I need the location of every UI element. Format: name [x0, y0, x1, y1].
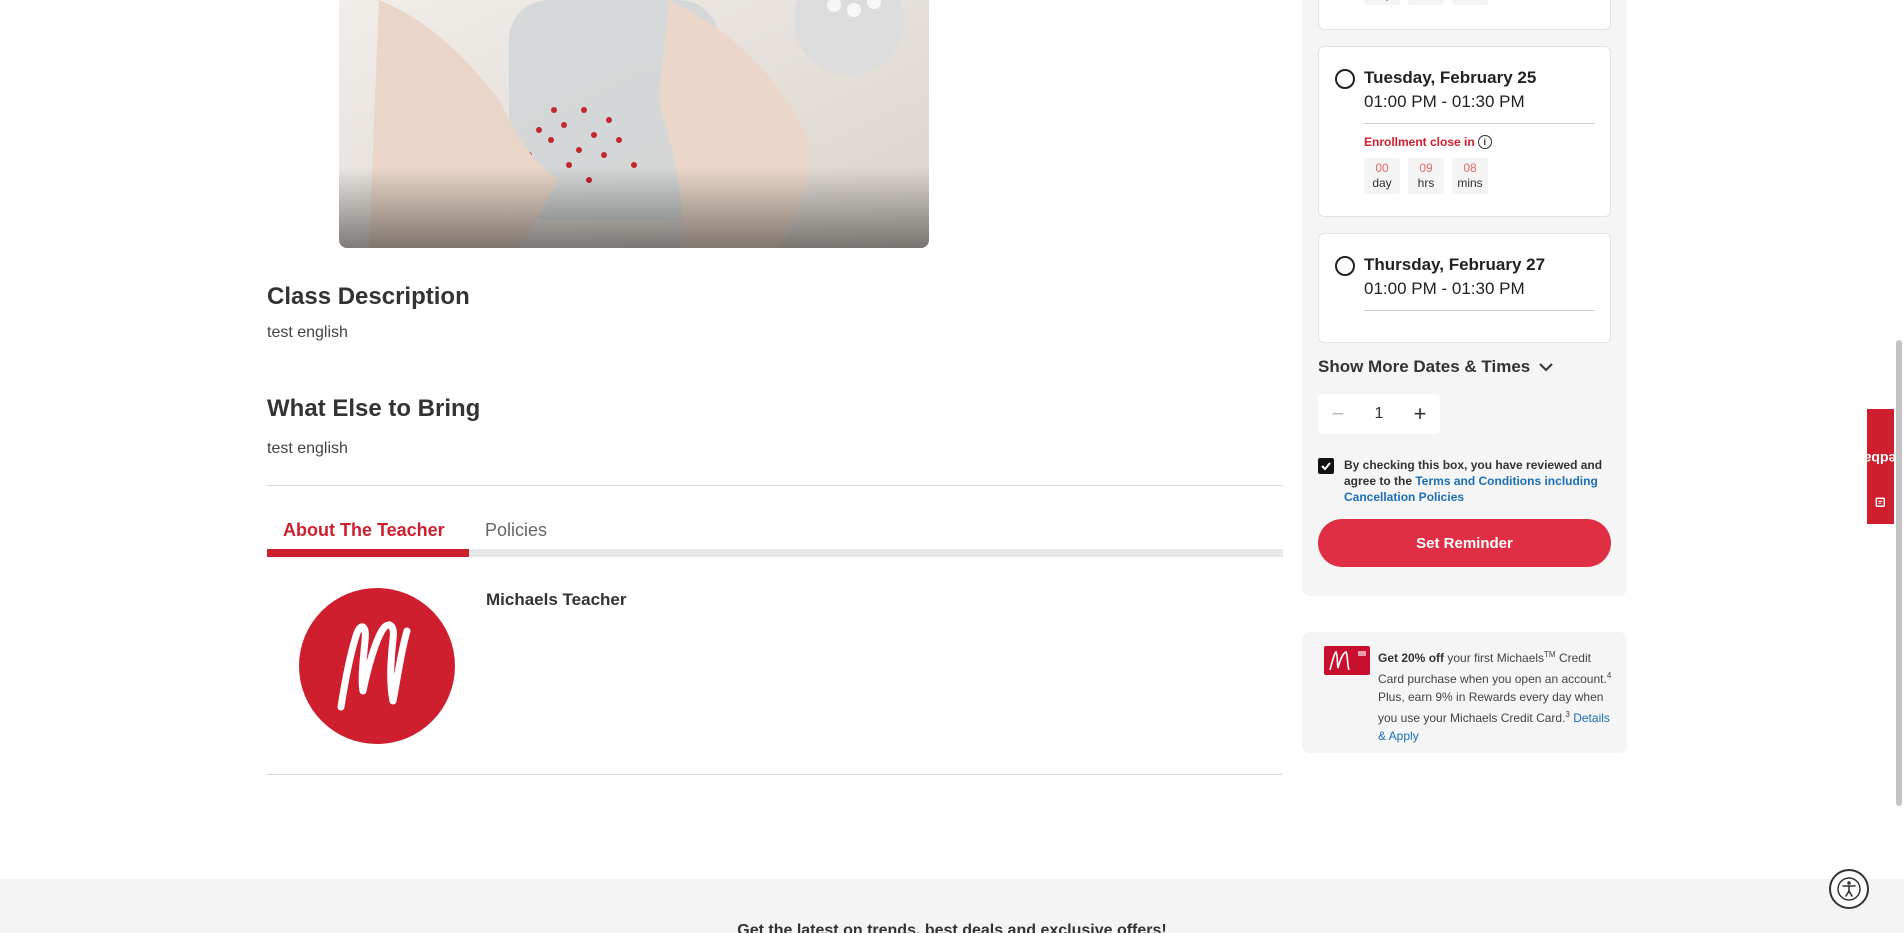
info-icon[interactable]: i — [1477, 135, 1492, 149]
quantity-value[interactable]: 1 — [1358, 405, 1400, 423]
what-else-text: test english — [267, 440, 348, 457]
active-tab-underline — [267, 549, 469, 557]
credit-promo-text: Get 20% off your first MichaelsTM Credit… — [1378, 646, 1618, 745]
terms-checkbox[interactable] — [1318, 458, 1334, 474]
what-else-title: What Else to Bring — [267, 395, 481, 422]
show-more-dates-button[interactable]: Show More Dates & Times — [1318, 357, 1554, 377]
tab-about-teacher[interactable]: About The Teacher — [283, 520, 445, 541]
credit-promo-bold: Get 20% off — [1378, 651, 1445, 665]
session-card[interactable]: Thursday, February 27 01:00 PM - 01:30 P… — [1318, 233, 1611, 343]
credit-text-3: Plus, earn 9% in Rewards every day when … — [1378, 690, 1604, 725]
countdown-unit: mins — [1452, 0, 1488, 1]
decrease-quantity-button[interactable]: − — [1318, 394, 1358, 434]
footnote-4: 4 — [1606, 671, 1612, 680]
class-description-title: Class Description — [267, 283, 470, 310]
footnote-3: 3 — [1565, 710, 1570, 719]
terms-text: By checking this box, you have reviewed … — [1344, 457, 1620, 505]
feedback-icon — [1875, 497, 1886, 507]
section-divider — [267, 485, 1283, 486]
countdown-hours: 09 hrs — [1408, 158, 1444, 194]
countdown-unit: hrs — [1417, 176, 1435, 190]
enrollment-close-text: Enrollment close in — [1364, 135, 1475, 149]
section-divider-bottom — [267, 774, 1283, 775]
enrollment-close-label: Enrollment close in i — [1364, 135, 1492, 149]
teacher-avatar — [299, 588, 455, 744]
checkmark-icon — [1321, 462, 1331, 471]
countdown-unit: mins — [1457, 176, 1483, 190]
countdown-value: 08 — [1463, 161, 1477, 175]
countdown-unit: hrs — [1408, 0, 1444, 1]
teacher-tabs: About The Teacher Policies — [267, 512, 1283, 557]
countdown-mins: 08 mins — [1452, 158, 1488, 194]
michaels-logo-icon — [337, 621, 411, 711]
show-more-label: Show More Dates & Times — [1318, 357, 1531, 376]
teacher-name: Michaels Teacher — [486, 590, 627, 609]
session-divider — [1364, 123, 1595, 124]
class-hero-image — [339, 0, 929, 248]
increase-quantity-button[interactable]: + — [1400, 394, 1440, 434]
session-divider — [1364, 310, 1595, 311]
michaels-card-logo-icon — [1329, 650, 1366, 671]
enrollment-countdown: 00 day 09 hrs 08 mins — [1364, 158, 1488, 194]
class-description-text: test english — [267, 324, 348, 341]
session-time: 01:00 PM - 01:30 PM — [1364, 279, 1525, 298]
credit-text-1: your first Michaels — [1444, 651, 1545, 665]
countdown-unit: day — [1372, 176, 1392, 190]
tab-policies[interactable]: Policies — [485, 520, 547, 541]
trademark-sup: TM — [1544, 650, 1556, 659]
session-radio[interactable] — [1335, 69, 1355, 89]
session-card-partial: day hrs mins — [1318, 0, 1611, 30]
newsletter-footer: Get the latest on trends, best deals and… — [0, 879, 1904, 933]
countdown-partial: day hrs mins — [1364, 0, 1488, 5]
quantity-stepper: − 1 + — [1318, 394, 1440, 434]
credit-card-promo: Get 20% off your first MichaelsTM Credit… — [1302, 632, 1627, 753]
session-time: 01:00 PM - 01:30 PM — [1364, 92, 1525, 111]
set-reminder-button[interactable]: Set Reminder — [1318, 519, 1611, 567]
session-date: Tuesday, February 25 — [1364, 68, 1537, 87]
session-radio[interactable] — [1335, 256, 1355, 276]
countdown-unit: day — [1364, 0, 1400, 1]
countdown-value: 09 — [1419, 161, 1433, 175]
credit-card-image — [1324, 646, 1370, 675]
newsletter-heading: Get the latest on trends, best deals and… — [737, 922, 1167, 933]
accessibility-icon — [1837, 877, 1861, 901]
page-scrollbar[interactable] — [1896, 340, 1902, 806]
chevron-down-icon — [1539, 363, 1553, 372]
countdown-value: 00 — [1375, 161, 1389, 175]
session-card[interactable]: Tuesday, February 25 01:00 PM - 01:30 PM… — [1318, 46, 1611, 217]
feedback-tab[interactable]: Feedback — [1848, 409, 1904, 524]
countdown-days: 00 day — [1364, 158, 1400, 194]
session-date: Thursday, February 27 — [1364, 255, 1546, 274]
accessibility-button[interactable] — [1829, 869, 1869, 909]
